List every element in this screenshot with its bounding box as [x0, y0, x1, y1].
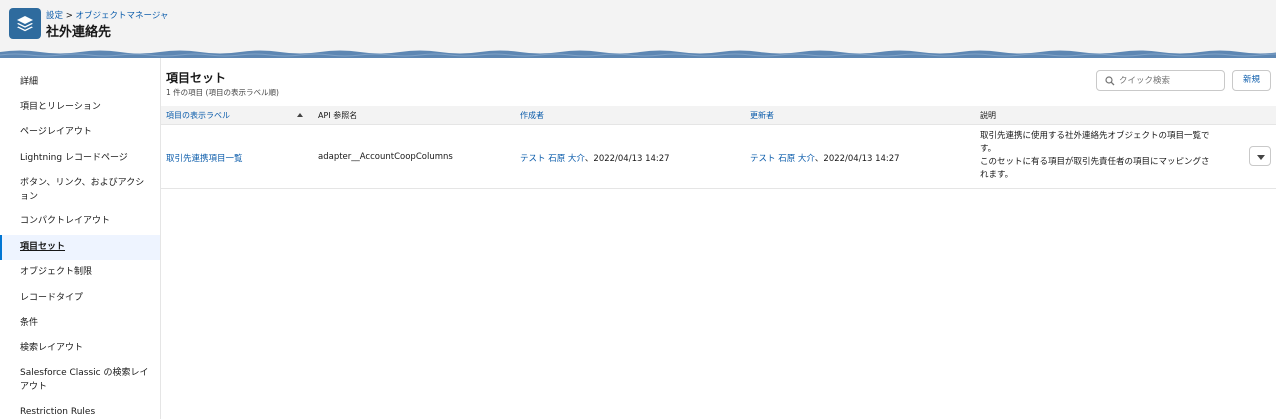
created-by-cell: テスト 石原 大介、2022/04/13 14:27 [520, 152, 670, 164]
sidebar-item-restriction-rules[interactable]: Restriction Rules [0, 405, 160, 419]
breadcrumb-setup-link[interactable]: 設定 [46, 11, 63, 21]
sidebar-item-search-layouts[interactable]: 検索レイアウト [0, 341, 160, 355]
setup-header: 設定 > オブジェクトマネージャ 社外連絡先 [0, 0, 1276, 49]
modified-by-user-link[interactable]: テスト 石原 大介 [750, 154, 815, 164]
sidebar-item-lightning-record-pages[interactable]: Lightning レコードページ [0, 151, 160, 165]
sidebar-item-conditions[interactable]: 条件 [0, 316, 160, 330]
page-title: 社外連絡先 [46, 25, 112, 40]
sidebar-item-page-layouts[interactable]: ページレイアウト [0, 125, 160, 139]
sidebar-item-record-types[interactable]: レコードタイプ [0, 291, 160, 305]
row-actions-dropdown[interactable] [1249, 146, 1271, 166]
search-icon [1105, 76, 1115, 86]
modified-by-cell: テスト 石原 大介、2022/04/13 14:27 [750, 152, 900, 164]
column-header-description[interactable]: 説明 [980, 110, 996, 121]
brand-band [0, 49, 1276, 58]
sidebar-item-fields-relationships[interactable]: 項目とリレーション [0, 100, 160, 114]
layers-icon [9, 8, 41, 39]
section-title: 項目セット [166, 71, 227, 85]
chevron-down-icon [1257, 155, 1265, 160]
description-line: 取引先連携に使用する社外連絡先オブジェクトの項目一覧で [980, 131, 1210, 141]
api-name-cell: adapter__AccountCoopColumns [318, 152, 453, 162]
breadcrumb-separator: > [65, 11, 73, 21]
table-header: 項目の表示ラベル API 参照名 作成者 更新者 説明 [161, 106, 1276, 125]
column-header-api-name[interactable]: API 参照名 [318, 110, 357, 121]
description-line: このセットに有る項目が取引先責任者の項目にマッピングさ [980, 157, 1210, 167]
column-header-modified-by[interactable]: 更新者 [750, 110, 774, 121]
breadcrumb: 設定 > オブジェクトマネージャ [46, 9, 168, 21]
breadcrumb-object-manager-link[interactable]: オブジェクトマネージャ [76, 11, 169, 21]
quick-search[interactable] [1096, 70, 1225, 91]
sidebar-item-field-sets[interactable]: 項目セット [0, 235, 160, 260]
created-date: 、2022/04/13 14:27 [584, 154, 670, 164]
object-manager-sidebar: 詳細 項目とリレーション ページレイアウト Lightning レコードページ … [0, 58, 161, 419]
column-header-created-by[interactable]: 作成者 [520, 110, 544, 121]
sidebar-item-buttons-links-actions[interactable]: ボタン、リンク、およびアクション [0, 176, 160, 204]
column-header-label[interactable]: 項目の表示ラベル [166, 110, 230, 121]
item-count-subtitle: 1 件の項目 (項目の表示ラベル順) [166, 88, 279, 97]
sidebar-item-classic-search-layouts[interactable]: Salesforce Classic の検索レイアウト [0, 366, 160, 394]
field-set-label-link[interactable]: 取引先連携項目一覧 [166, 152, 243, 164]
sidebar-item-object-limits[interactable]: オブジェクト制限 [0, 265, 160, 279]
created-by-user-link[interactable]: テスト 石原 大介 [520, 154, 585, 164]
description-line: す。 [980, 144, 997, 154]
description-cell: 取引先連携に使用する社外連絡先オブジェクトの項目一覧で す。 このセットに有る項… [980, 130, 1230, 182]
new-button[interactable]: 新規 [1232, 70, 1271, 91]
quick-search-input[interactable] [1119, 73, 1219, 88]
sidebar-item-compact-layouts[interactable]: コンパクトレイアウト [0, 214, 160, 228]
description-line: れます。 [980, 170, 1014, 180]
sidebar-item-details[interactable]: 詳細 [0, 75, 160, 89]
modified-date: 、2022/04/13 14:27 [814, 154, 900, 164]
sort-ascending-icon[interactable] [297, 113, 303, 117]
